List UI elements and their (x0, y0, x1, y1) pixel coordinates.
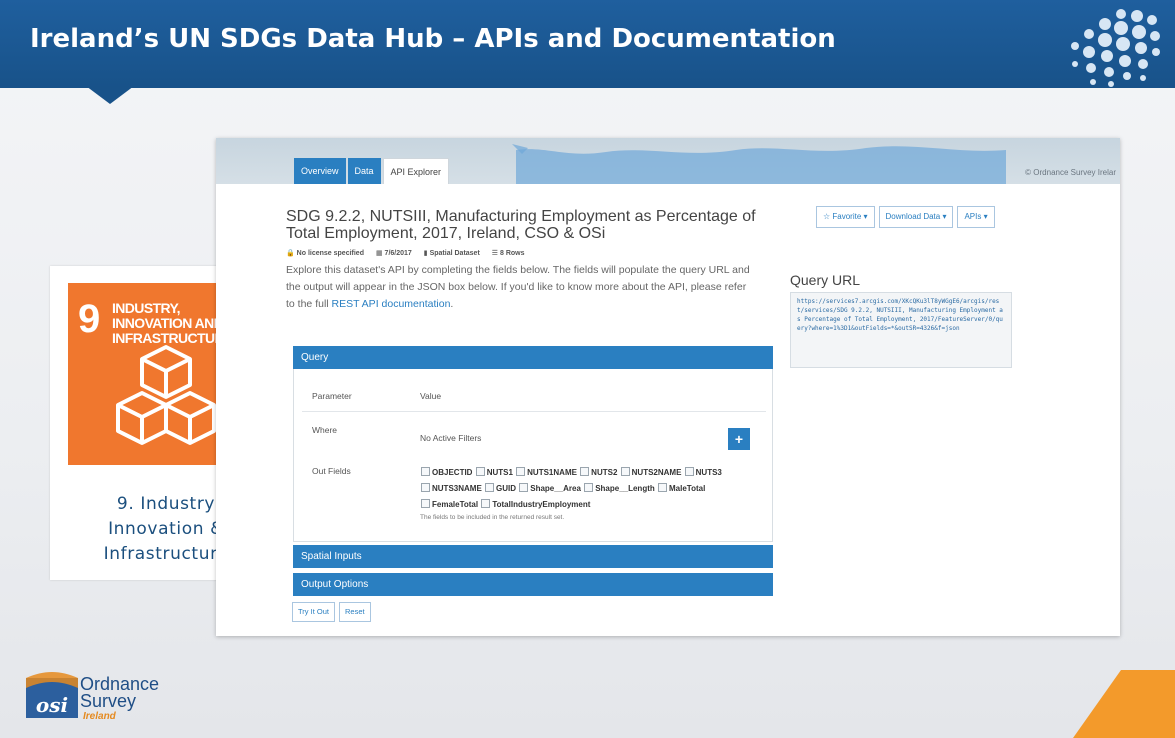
out-fields-label: Out Fields (312, 466, 351, 476)
field-checkbox[interactable]: NUTS3NAME (420, 484, 482, 493)
license-text: No license specified (296, 250, 364, 257)
osi-subtext: Ireland (83, 711, 116, 722)
field-checkbox[interactable]: NUTS2NAME (620, 468, 682, 477)
osi-logo-mark: osi (36, 693, 68, 717)
rows-text: 8 Rows (500, 250, 525, 257)
cubes-icon (116, 345, 216, 445)
query-panel-header[interactable]: Query (293, 346, 773, 369)
tab-api-explorer[interactable]: API Explorer (382, 158, 450, 184)
field-checkbox[interactable]: Shape__Area (518, 484, 581, 493)
date-meta: ▦ 7/6/2017 (375, 250, 412, 257)
field-checkbox[interactable]: FemaleTotal (420, 500, 478, 509)
tab-bar: Overview Data API Explorer (294, 158, 451, 184)
field-checkbox[interactable]: NUTS3 (684, 468, 722, 477)
where-label: Where (312, 425, 338, 435)
try-it-out-button[interactable]: Try It Out (292, 602, 335, 622)
field-checkbox[interactable]: Shape__Length (583, 484, 655, 493)
field-checkbox[interactable]: NUTS1NAME (515, 468, 577, 477)
osi-logo-icon: osi (26, 672, 78, 718)
query-url-title: Query URL (790, 272, 861, 288)
dataset-meta: 🔒 No license specified ▦ 7/6/2017 ▮ Spat… (286, 249, 525, 257)
query-actions: Try It Out Reset (292, 602, 375, 622)
favorite-button[interactable]: ☆ Favorite ▾ (816, 206, 875, 228)
header-notch (86, 86, 134, 104)
query-panel: Parameter Value Where No Active Filters … (293, 369, 773, 542)
dataset-actions: ☆ Favorite ▾ Download Data ▾ APIs ▾ (816, 206, 999, 228)
field-checkbox[interactable]: NUTS1 (475, 468, 513, 477)
slide-header: Ireland’s UN SDGs Data Hub – APIs and Do… (0, 0, 1175, 88)
reset-button[interactable]: Reset (338, 602, 371, 622)
parameter-label: Parameter (312, 391, 352, 401)
out-fields-list: OBJECTID NUTS1 NUTS1NAME NUTS2 NUTS2NAME… (420, 465, 760, 513)
map-banner: © Ordnance Survey Irelar Overview Data A… (216, 138, 1120, 184)
orange-corner-shape (1073, 670, 1175, 738)
api-explorer-screenshot: © Ordnance Survey Irelar Overview Data A… (216, 138, 1120, 636)
field-checkbox[interactable]: TotalIndustryEmployment (480, 500, 590, 509)
tab-overview[interactable]: Overview (294, 158, 346, 184)
type-text: Spatial Dataset (429, 250, 480, 257)
field-checkbox[interactable]: OBJECTID (420, 468, 472, 477)
explore-end: . (450, 298, 454, 310)
tab-data[interactable]: Data (347, 158, 381, 184)
value-label: Value (420, 391, 442, 401)
download-data-button[interactable]: Download Data ▾ (878, 206, 954, 228)
query-url-box[interactable]: https://services7.arcgis.com/XKcQKu3lT8y… (790, 292, 1012, 368)
map-credit: © Ordnance Survey Irelar (1025, 168, 1116, 177)
slide-title: Ireland’s UN SDGs Data Hub – APIs and Do… (30, 24, 836, 54)
where-value: No Active Filters (420, 433, 482, 443)
spatial-inputs-header[interactable]: Spatial Inputs (293, 545, 773, 568)
dots-logo-icon (1071, 9, 1160, 87)
sdg-number: 9 (78, 297, 101, 341)
osi-line: Survey (80, 691, 137, 711)
rows-meta: ☰ 8 Rows (491, 250, 525, 257)
field-checkbox[interactable]: GUID (484, 484, 516, 493)
explore-text: Explore this dataset's API by completing… (286, 262, 756, 313)
apis-button[interactable]: APIs ▾ (957, 206, 995, 228)
field-checkbox[interactable]: MaleTotal (657, 484, 705, 493)
query-divider (302, 411, 766, 412)
date-text: 7/6/2017 (384, 250, 412, 257)
field-checkbox[interactable]: NUTS2 (579, 468, 617, 477)
output-options-header[interactable]: Output Options (293, 573, 773, 596)
osi-wordmark: Ordnance Survey (80, 675, 159, 711)
dataset-title: SDG 9.2.2, NUTSIII, Manufacturing Employ… (286, 208, 756, 242)
fields-help-text: The fields to be included in the returne… (420, 514, 565, 521)
license-meta: 🔒 No license specified (286, 250, 364, 257)
type-meta: ▮ Spatial Dataset (423, 250, 480, 257)
add-filter-button[interactable]: + (728, 428, 750, 450)
rest-api-doc-link[interactable]: REST API documentation (332, 298, 451, 310)
